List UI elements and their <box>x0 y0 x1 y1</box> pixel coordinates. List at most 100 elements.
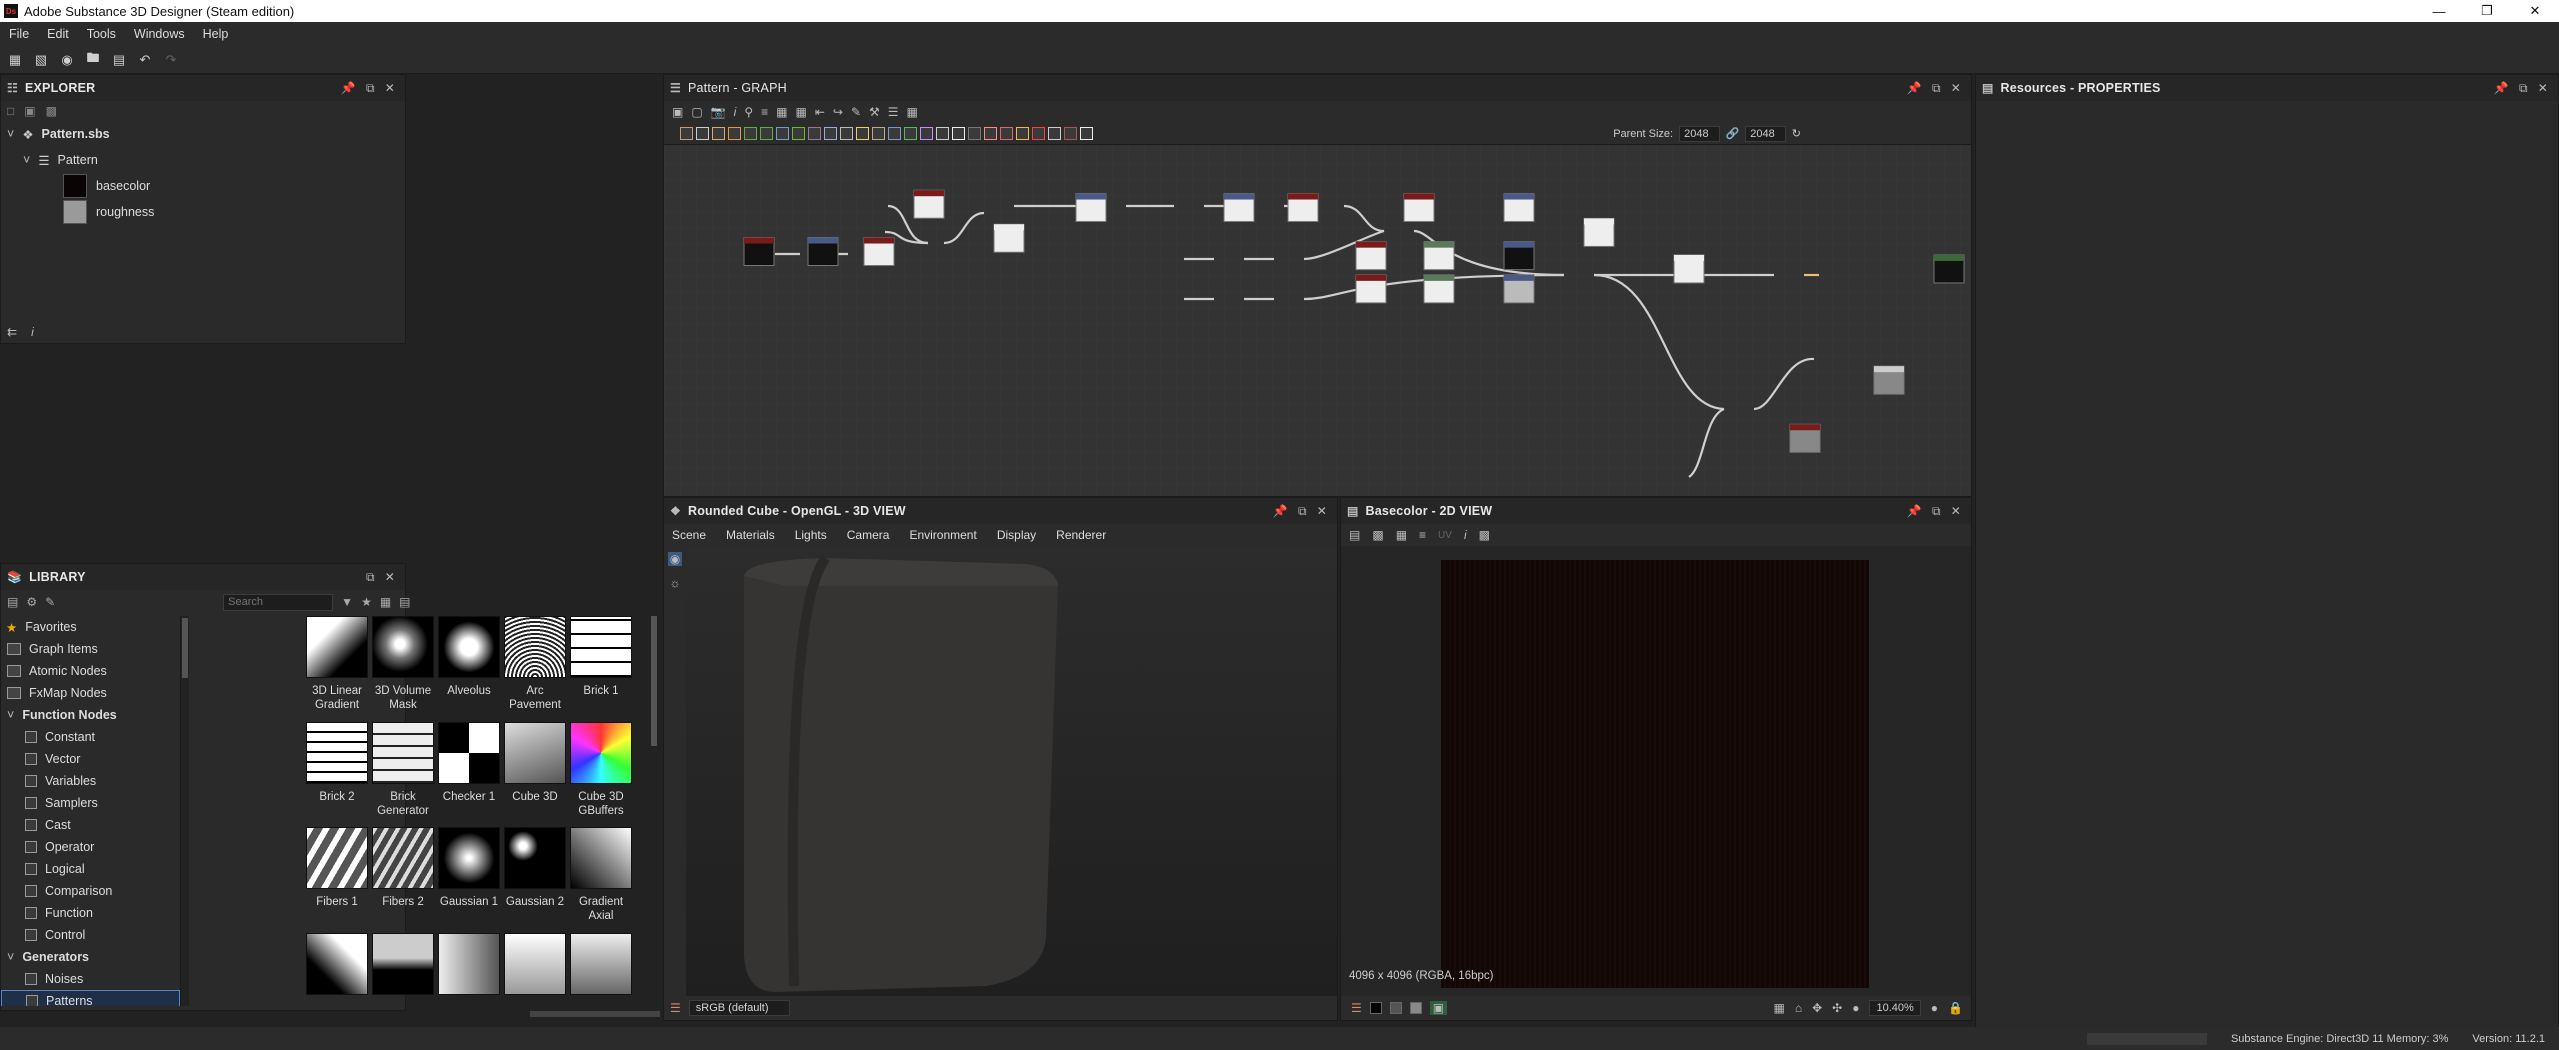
graph-node[interactable] <box>1423 274 1455 304</box>
node-type-icon[interactable] <box>904 127 917 140</box>
library-node-tile[interactable]: Cube 3D GBuffers <box>569 721 633 824</box>
save-all-icon[interactable]: ▤ <box>110 52 128 68</box>
node-type-icon[interactable] <box>984 127 997 140</box>
uv-tool-icon[interactable]: ≡ <box>1419 528 1426 542</box>
camera-tool-icon[interactable]: ◉ <box>667 552 683 566</box>
library-subcategory[interactable]: Function <box>1 902 180 924</box>
library-category[interactable]: ★ Favorites <box>1 616 180 638</box>
node-type-icon[interactable] <box>920 127 933 140</box>
node-type-icon[interactable] <box>744 127 757 140</box>
library-node-tile[interactable]: Gaussian 1 <box>437 827 501 929</box>
grid-toggle-icon[interactable]: ▦ <box>1774 1001 1785 1015</box>
graph-node[interactable] <box>863 237 895 267</box>
close-panel-icon[interactable]: ✕ <box>385 570 395 585</box>
library-subcategory[interactable]: Operator <box>1 836 180 858</box>
view3d-menu-lights[interactable]: Lights <box>795 528 827 542</box>
frame-selected-icon[interactable]: ▢ <box>691 105 702 119</box>
library-node-tile[interactable]: Checker 1 <box>437 721 501 824</box>
texture-preview[interactable] <box>1441 560 1869 988</box>
node-type-icon[interactable] <box>808 127 821 140</box>
node-type-icon[interactable] <box>1080 127 1093 140</box>
menu-tools[interactable]: Tools <box>78 27 125 41</box>
graph-node[interactable] <box>1287 193 1319 223</box>
wrench-icon[interactable]: ⚒ <box>869 105 880 119</box>
zoom-level[interactable]: 10.40% <box>1869 1000 1921 1016</box>
library-node-tile[interactable]: Arc Pavement <box>503 616 567 718</box>
snap-grid-icon[interactable]: ▦ <box>907 105 918 119</box>
library-category[interactable]: Graph Items <box>1 638 180 660</box>
float-icon[interactable]: ⧉ <box>1932 81 1941 96</box>
graph-node[interactable] <box>1933 254 1965 284</box>
library-node-tile[interactable]: Cube 3D <box>503 721 567 824</box>
library-subcategory[interactable]: Comparison <box>1 880 180 902</box>
info-icon[interactable]: i <box>1464 528 1467 542</box>
view3d-menu-renderer[interactable]: Renderer <box>1056 528 1106 542</box>
node-type-icon[interactable] <box>856 127 869 140</box>
library-node-tile[interactable]: Gaussian 2 <box>503 827 567 929</box>
pin-icon[interactable]: 📌 <box>1273 504 1288 519</box>
list-view-icon[interactable]: ▤ <box>399 595 410 609</box>
graph-node[interactable] <box>1503 193 1535 223</box>
view3d-viewport[interactable] <box>686 546 1337 996</box>
menu-windows[interactable]: Windows <box>125 27 194 41</box>
category-scrollbar[interactable] <box>181 616 189 1006</box>
graph-canvas[interactable] <box>664 147 1971 496</box>
library-node-tile[interactable]: Alveolus <box>437 616 501 718</box>
node-type-icon[interactable] <box>792 127 805 140</box>
link-icon[interactable]: ▩ <box>46 104 57 118</box>
layout-icon[interactable]: ▦ <box>776 105 787 119</box>
tree-item-graph[interactable]: ˅ ☰ Pattern <box>1 147 405 173</box>
node-type-icon[interactable] <box>1016 127 1029 140</box>
view3d-menu-camera[interactable]: Camera <box>847 528 890 542</box>
library-edit-icon[interactable]: ✎ <box>45 595 55 609</box>
node-type-icon[interactable] <box>712 127 725 140</box>
new-package-icon[interactable]: ◉ <box>58 52 76 68</box>
info-icon[interactable]: i <box>31 325 34 339</box>
black-bg-icon[interactable] <box>1369 1002 1382 1014</box>
library-hscrollbar[interactable] <box>0 1011 660 1019</box>
node-type-icon[interactable] <box>1032 127 1045 140</box>
grid-icon[interactable]: ▦ <box>795 105 806 119</box>
node-type-icon[interactable] <box>680 127 693 140</box>
favorite-filter-icon[interactable]: ★ <box>361 595 372 609</box>
lock-icon[interactable]: 🔒 <box>1948 1001 1963 1015</box>
grid-view-icon[interactable]: ▦ <box>380 595 391 609</box>
menu-file[interactable]: File <box>0 27 38 41</box>
frame-all-icon[interactable]: ▣ <box>672 105 683 119</box>
library-search-input[interactable] <box>223 593 334 611</box>
node-type-icon[interactable] <box>888 127 901 140</box>
pin-icon[interactable]: 📌 <box>2494 81 2509 96</box>
library-category[interactable]: FxMap Nodes <box>1 682 180 704</box>
screenshot-icon[interactable]: 📷 <box>711 105 726 119</box>
fit-icon[interactable]: ✥ <box>1812 1001 1822 1015</box>
graph-node[interactable] <box>1355 241 1387 271</box>
node-type-icon[interactable] <box>952 127 965 140</box>
library-node-tile[interactable]: 3D Linear Gradient <box>305 616 369 718</box>
float-icon[interactable]: ⧉ <box>366 81 375 96</box>
view3d-menu-scene[interactable]: Scene <box>672 528 706 542</box>
graph-node[interactable] <box>1583 217 1615 247</box>
library-node-tile[interactable] <box>437 932 501 1007</box>
filter-icon[interactable]: ▼ <box>341 595 353 609</box>
undo-icon[interactable]: ↶ <box>136 52 154 68</box>
link-mode-icon[interactable]: ⇤ <box>815 105 825 119</box>
tile-icon[interactable]: ⌂ <box>1795 1001 1802 1015</box>
graph-node[interactable] <box>1223 193 1255 223</box>
pin-icon[interactable]: 📌 <box>1907 81 1922 96</box>
library-tools-icon[interactable]: ▤ <box>7 595 18 609</box>
graph-node[interactable] <box>1423 241 1455 271</box>
gray-bg-icon[interactable] <box>1389 1002 1402 1014</box>
library-node-tile[interactable]: Brick Generator <box>371 721 435 824</box>
eyedropper-icon[interactable]: ✎ <box>851 105 861 119</box>
output-size-select[interactable]: 2048 <box>1745 125 1786 142</box>
node-type-icon[interactable] <box>824 127 837 140</box>
info-icon[interactable]: i <box>734 105 737 119</box>
tree-item-output[interactable]: basecolor <box>1 173 405 199</box>
library-settings-icon[interactable]: ⚙ <box>26 595 37 609</box>
link-size-icon[interactable]: 🔗 <box>1726 127 1740 140</box>
library-category[interactable]: Atomic Nodes <box>1 660 180 682</box>
view3d-menu-materials[interactable]: Materials <box>726 528 775 542</box>
float-icon[interactable]: ⧉ <box>1298 504 1307 519</box>
library-node-tile[interactable]: Gradient Axial <box>569 827 633 929</box>
graph-node[interactable] <box>1355 274 1387 304</box>
